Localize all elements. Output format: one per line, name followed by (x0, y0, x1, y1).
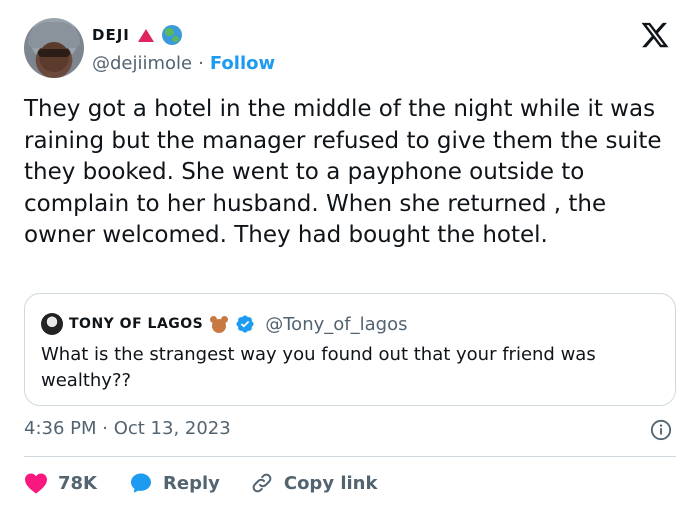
heart-icon (25, 473, 47, 494)
info-icon[interactable] (650, 419, 672, 441)
author-name-row: DEJI (92, 24, 182, 46)
teddy-bear-icon (209, 314, 229, 334)
author-handle[interactable]: @dejiimole (92, 53, 192, 74)
reply-label: Reply (163, 472, 220, 494)
triangle-up-icon (137, 28, 154, 42)
link-icon (252, 473, 272, 493)
quoted-tweet[interactable]: TONY OF LAGOS @Tony_of_lagos What is the… (24, 293, 676, 406)
tweet-text: They got a hotel in the middle of the ni… (24, 96, 662, 248)
quoted-handle: @Tony_of_lagos (265, 313, 408, 335)
verified-badge-icon (236, 315, 254, 333)
quoted-avatar (41, 313, 63, 335)
tweet-timestamp[interactable]: 4:36 PM · Oct 13, 2023 (24, 418, 231, 439)
x-logo-icon[interactable] (640, 20, 670, 50)
like-count: 78K (58, 472, 97, 494)
author-avatar[interactable] (24, 18, 84, 78)
quoted-header: TONY OF LAGOS @Tony_of_lagos (41, 312, 407, 336)
quoted-display-name: TONY OF LAGOS (69, 316, 204, 332)
tweet-header: DEJI @dejiimole · Follow (24, 18, 676, 80)
follow-button[interactable]: Follow (210, 53, 275, 74)
quoted-text: What is the strangest way you found out … (41, 344, 596, 391)
like-button[interactable]: 78K (24, 472, 97, 494)
copy-link-button[interactable]: Copy link (250, 471, 378, 495)
tweet-actions: 78K Reply Copy link (24, 468, 377, 498)
reply-button[interactable]: Reply (129, 471, 220, 495)
author-display-name[interactable]: DEJI (92, 26, 130, 44)
separator-dot: · (198, 52, 204, 74)
copy-link-label: Copy link (283, 472, 378, 494)
reply-icon (131, 473, 151, 493)
globe-icon (161, 25, 182, 45)
actions-divider (24, 456, 676, 457)
author-handle-row: @dejiimole · Follow (92, 51, 275, 75)
